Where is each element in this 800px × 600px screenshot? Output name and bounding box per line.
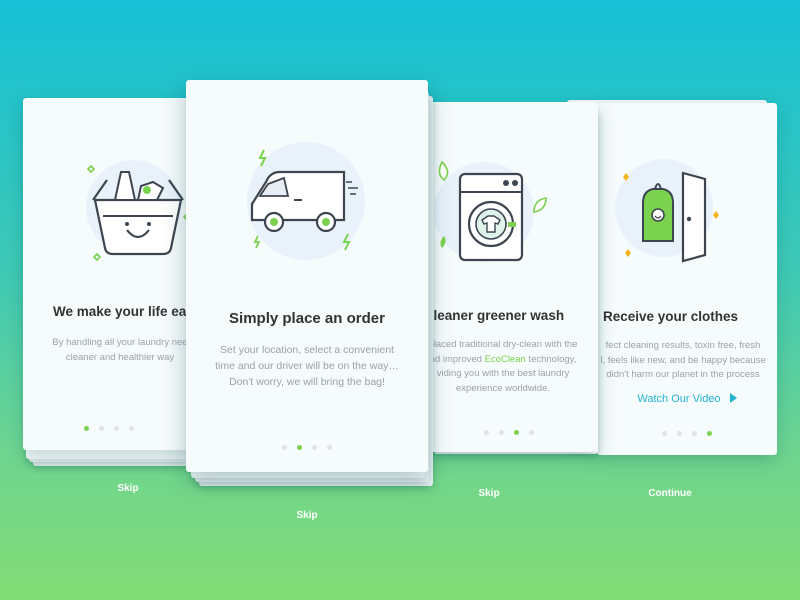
onboarding-card-2: Simply place an order Set your location,… bbox=[186, 80, 428, 472]
laundry-basket-icon bbox=[86, 164, 192, 262]
card-title: We make your life eas bbox=[53, 304, 194, 319]
card-description: fect cleaning results, toxin free, fresh… bbox=[600, 340, 766, 380]
onboarding-card-4: Receive your clothes fect cleaning resul… bbox=[597, 103, 777, 455]
play-arrow-icon bbox=[729, 393, 737, 403]
card-title: Simply place an order bbox=[229, 310, 385, 327]
delivery-van-icon bbox=[250, 149, 358, 251]
card-description: Set your location, select a convenient t… bbox=[215, 344, 399, 388]
card-title: cleaner greener wash bbox=[426, 308, 565, 323]
onboarding-card-3: cleaner greener wash placed traditional … bbox=[426, 102, 598, 452]
ecoclean-highlight: EcoClean bbox=[484, 353, 526, 365]
watch-video-label: Watch Our Video bbox=[637, 393, 721, 405]
card-title: Receive your clothes bbox=[603, 309, 739, 324]
skip-button[interactable]: Skip bbox=[103, 483, 153, 494]
card-description: By handling all your laundry nee cleaner… bbox=[52, 337, 188, 363]
clothes-bag-door-icon bbox=[623, 171, 719, 263]
pagination-dots bbox=[186, 445, 428, 450]
continue-button[interactable]: Continue bbox=[640, 488, 700, 499]
pagination-dots bbox=[597, 431, 777, 436]
watch-video-link[interactable]: Watch Our Video bbox=[597, 393, 777, 405]
skip-button[interactable]: Skip bbox=[282, 510, 332, 521]
card-description: placed traditional dry-clean with the nd… bbox=[426, 338, 580, 396]
onboarding-card-1: We make your life eas By handling all yo… bbox=[23, 98, 195, 450]
washing-machine-icon bbox=[438, 160, 547, 262]
pagination-dots bbox=[426, 430, 598, 435]
skip-button[interactable]: Skip bbox=[464, 488, 514, 499]
pagination-dots bbox=[23, 426, 195, 431]
